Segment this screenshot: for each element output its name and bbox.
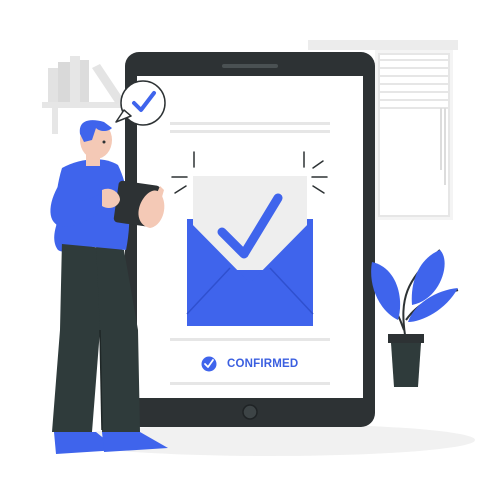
potted-plant bbox=[371, 249, 459, 387]
confirmed-status-label: CONFIRMED bbox=[227, 358, 299, 370]
illustration bbox=[42, 40, 475, 456]
envelope-icon bbox=[186, 176, 314, 326]
home-button-icon bbox=[242, 404, 258, 420]
check-circle-icon bbox=[201, 356, 217, 372]
checkmark-bubble-icon bbox=[115, 80, 166, 126]
